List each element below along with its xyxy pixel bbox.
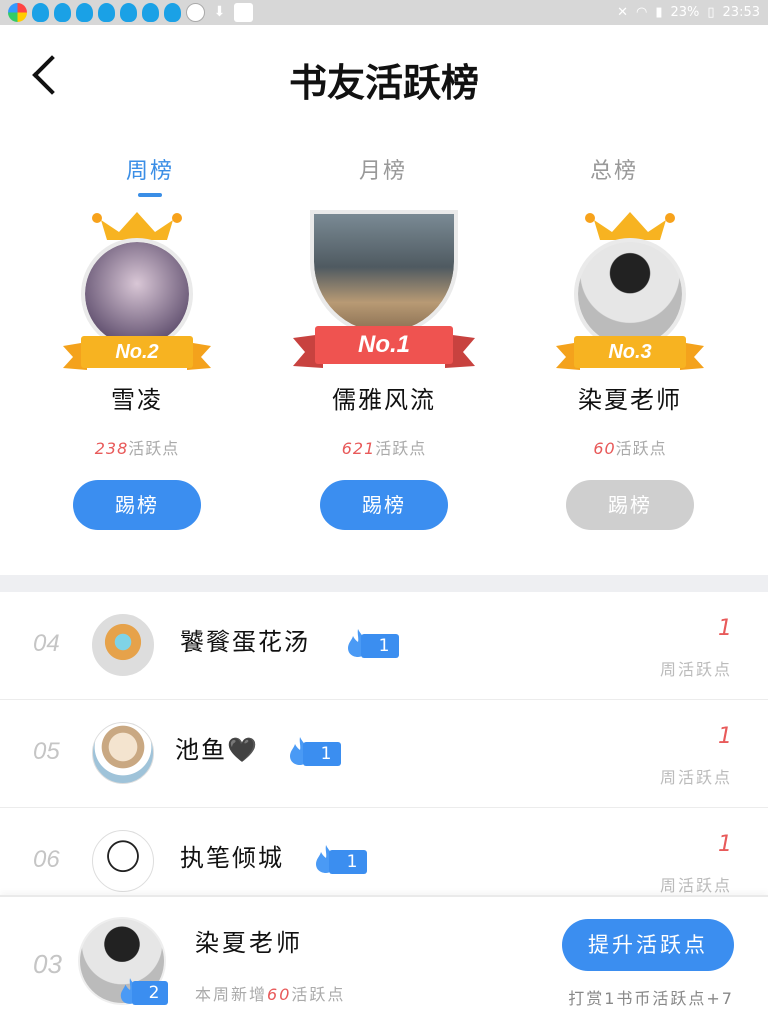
tab-total[interactable]: 总榜 [554, 153, 674, 185]
winner-name: 雪凌 [111, 386, 163, 414]
app-store-icon [8, 3, 27, 22]
reward-tip: 打赏1书币活跃点+7 [568, 989, 734, 1008]
fire-badge: 1 [313, 845, 369, 874]
page-title: 书友活跃榜 [288, 60, 479, 105]
rank-number: 04 [33, 630, 60, 657]
avatar[interactable] [310, 210, 458, 336]
rank-ribbon: No.2 [63, 332, 211, 376]
signal-icon: ▮ [655, 5, 663, 20]
notification-icons: ⬇ [8, 3, 253, 22]
kick-button[interactable]: 踢榜 [73, 480, 201, 530]
qq-icon [120, 3, 137, 22]
battery-icon: ▯ [707, 5, 715, 20]
header: 书友活跃榜 [0, 25, 768, 135]
tab-active-indicator [138, 193, 162, 197]
system-indicators: ✕ ◠ ▮ 23% ▯ 23:53 [617, 0, 760, 25]
fire-badge: 2 [118, 978, 168, 1005]
my-rank-number: 03 [33, 949, 62, 979]
fire-badge: 1 [287, 737, 343, 766]
badge-count: 1 [303, 742, 341, 766]
rank-number: 06 [33, 846, 60, 873]
kick-button: 踢榜 [566, 480, 694, 530]
user-name: 执笔倾城 [180, 844, 284, 872]
badge-count: 2 [132, 981, 168, 1005]
winner-points: 621活跃点 [341, 439, 427, 458]
badge-count: 1 [329, 850, 367, 874]
my-rank-bar: 03 2 染夏老师 本周新增60活跃点 提升活跃点 打赏1书币活跃点+7 [0, 895, 768, 1024]
qq-icon [98, 3, 115, 22]
wifi-icon: ◠ [635, 5, 648, 20]
badge-count: 1 [361, 634, 399, 658]
rank-label: No.2 [115, 341, 159, 363]
rank-label: No.3 [608, 341, 652, 363]
podium-section: 周榜 月榜 总榜 No.2 雪凌 238活跃点 踢榜 No.1 儒雅风流 621… [0, 135, 768, 575]
boost-activity-button[interactable]: 提升活跃点 [562, 919, 734, 971]
rank-number: 05 [33, 738, 60, 765]
rank-label: No.1 [357, 331, 410, 358]
kick-button[interactable]: 踢榜 [320, 480, 448, 530]
winner-points: 238活跃点 [94, 439, 180, 458]
play-icon [186, 3, 205, 22]
score-label: 周活跃点 [659, 768, 732, 787]
penguin-icon [234, 3, 253, 22]
winner-points: 60活跃点 [593, 439, 667, 458]
download-icon: ⬇ [213, 4, 226, 20]
score-value: 1 [718, 616, 732, 641]
avatar[interactable] [92, 614, 154, 676]
battery-percent: 23% [670, 5, 700, 20]
avatar[interactable] [92, 722, 154, 784]
user-name: 饕餮蛋花汤 [180, 628, 310, 656]
section-divider [0, 575, 768, 592]
score-value: 1 [718, 724, 732, 749]
status-bar: ⬇ ✕ ◠ ▮ 23% ▯ 23:53 [0, 0, 768, 25]
score-label: 周活跃点 [659, 660, 732, 679]
tab-monthly[interactable]: 月榜 [323, 153, 443, 185]
fire-badge: 1 [345, 629, 401, 658]
score-value: 1 [718, 832, 732, 857]
rank-ribbon: No.3 [556, 332, 704, 376]
winner-name: 染夏老师 [578, 386, 682, 414]
qq-icon [76, 3, 93, 22]
score-label: 周活跃点 [659, 876, 732, 895]
user-name: 池鱼🖤 [175, 736, 259, 764]
qq-icon [164, 3, 181, 22]
my-weekly-points: 本周新增60活跃点 [195, 985, 346, 1004]
list-item[interactable]: 05 池鱼🖤 1 1 周活跃点 [0, 700, 768, 808]
tab-weekly[interactable]: 周榜 [90, 153, 210, 185]
winner-name: 儒雅风流 [332, 386, 436, 414]
tab-bar: 周榜 月榜 总榜 [0, 153, 768, 203]
ranking-list: 04 饕餮蛋花汤 1 1 周活跃点 05 池鱼🖤 1 1 周活跃点 06 执笔倾… [0, 592, 768, 895]
list-item[interactable]: 06 执笔倾城 1 1 周活跃点 [0, 808, 768, 895]
avatar[interactable] [92, 830, 154, 892]
list-item[interactable]: 04 饕餮蛋花汤 1 1 周活跃点 [0, 592, 768, 700]
rank-ribbon: No.1 [293, 322, 475, 374]
clock: 23:53 [722, 5, 760, 20]
my-name: 染夏老师 [195, 929, 303, 957]
qq-icon [32, 3, 49, 22]
qq-icon [54, 3, 71, 22]
mute-icon: ✕ [617, 5, 628, 20]
qq-icon [142, 3, 159, 22]
